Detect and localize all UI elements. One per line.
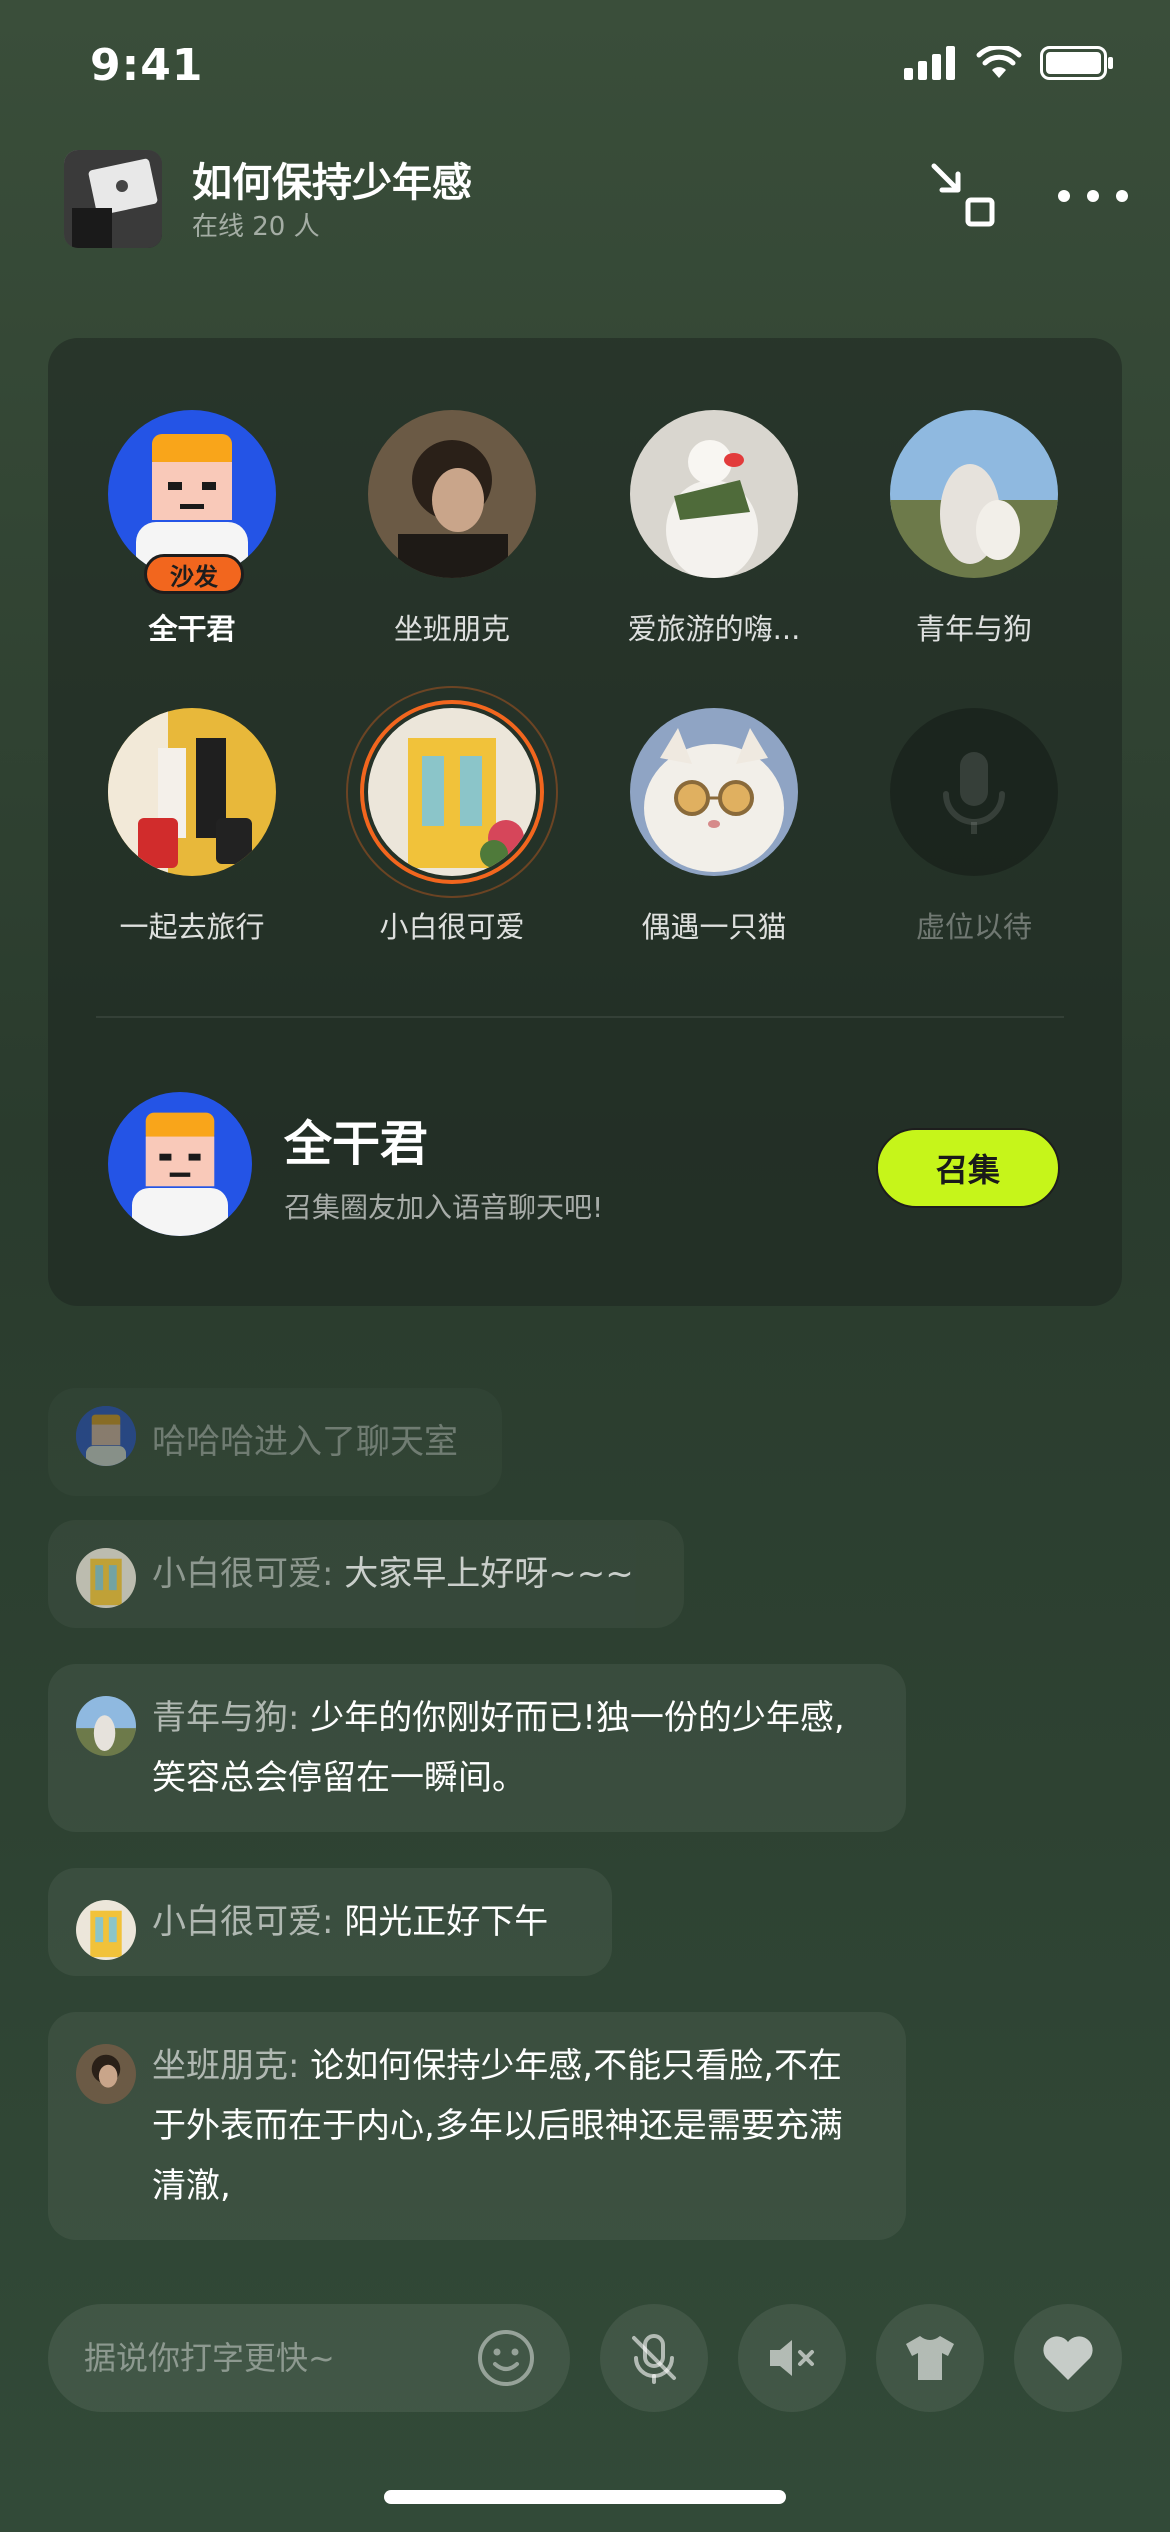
seat-3[interactable]: 爱旅游的嗨... xyxy=(614,410,814,648)
avatar xyxy=(346,686,558,898)
avatar xyxy=(890,708,1058,876)
more-button[interactable] xyxy=(1058,176,1128,216)
avatar xyxy=(630,708,798,876)
avatar xyxy=(76,1548,136,1608)
seat-name: 青年与狗 xyxy=(915,612,1032,646)
status-time: 9:41 xyxy=(90,40,204,91)
cartoon-boy-avatar xyxy=(108,410,276,578)
seat-name: 坐班朋克 xyxy=(393,612,510,646)
like-button[interactable] xyxy=(1014,2304,1122,2412)
online-count: 在线 20 人 xyxy=(192,212,320,242)
host-description: 召集圈友加入语音聊天吧! xyxy=(284,1191,604,1224)
more-dot xyxy=(1087,190,1099,202)
seat-2[interactable]: 坐班朋克 xyxy=(352,410,552,648)
avatar xyxy=(368,410,536,578)
seat-name: 爱旅游的嗨... xyxy=(627,612,801,646)
seat-name: 小白很可爱 xyxy=(379,910,525,944)
message-text: 哈哈哈进入了聊天室 xyxy=(152,1422,458,1462)
minimize-icon xyxy=(931,163,995,227)
tshirt-icon xyxy=(906,2336,954,2380)
chat-message: 哈哈哈进入了聊天室 xyxy=(48,1388,502,1496)
room-title: 如何保持少年感 xyxy=(192,160,472,206)
host-avatar[interactable] xyxy=(108,1092,252,1236)
seat-6[interactable]: 小白很可爱 xyxy=(346,686,558,946)
message-input[interactable] xyxy=(84,2332,464,2384)
chat-message: 青年与狗: 少年的你刚好而已!独一份的少年感,笑容总会停留在一瞬间。 xyxy=(48,1664,906,1832)
chat-message: 坐班朋克: 论如何保持少年感,不能只看脸,不在于外表而在于内心,多年以后眼神还是… xyxy=(48,2012,906,2240)
speaker-toggle-button[interactable] xyxy=(738,2304,846,2412)
speaking-ring xyxy=(360,700,544,884)
photo-avatar xyxy=(890,410,1058,578)
avatar xyxy=(76,1900,136,1960)
wifi-icon xyxy=(976,46,1022,78)
minimize-button[interactable] xyxy=(928,160,1000,232)
emoji-button[interactable] xyxy=(476,2328,536,2388)
cat-avatar xyxy=(630,708,798,876)
mic-toggle-button[interactable] xyxy=(600,2304,708,2412)
chat-message: 小白很可爱: 阳光正好下午 xyxy=(48,1868,612,1976)
cartoon-boy-avatar xyxy=(108,1092,252,1236)
heart-icon xyxy=(1043,2336,1093,2380)
status-icons xyxy=(904,46,1114,80)
avatar xyxy=(76,2044,136,2104)
mic-off-icon xyxy=(632,2334,676,2384)
gather-button[interactable]: 召集 xyxy=(876,1128,1060,1208)
photo-avatar xyxy=(108,708,276,876)
avatar xyxy=(890,410,1058,578)
seat-1[interactable]: 沙发 全干君 xyxy=(92,410,292,648)
seat-name: 一起去旅行 xyxy=(119,910,265,944)
host-name: 全干君 xyxy=(284,1116,429,1172)
avatar xyxy=(76,1696,136,1756)
avatar: 沙发 xyxy=(108,410,276,594)
message-input-box[interactable] xyxy=(48,2304,570,2412)
microphone-icon xyxy=(943,752,1005,834)
avatar xyxy=(630,410,798,578)
seat-name: 全干君 xyxy=(148,612,236,646)
plush-bird-avatar xyxy=(630,410,798,578)
battery-icon xyxy=(1040,46,1113,80)
speaker-mute-icon xyxy=(770,2340,814,2376)
seat-4[interactable]: 青年与狗 xyxy=(874,410,1074,648)
seat-name: 虚位以待 xyxy=(915,910,1032,944)
smile-icon xyxy=(478,2330,534,2386)
more-dot xyxy=(1058,190,1070,202)
message-sender[interactable]: 小白很可爱: xyxy=(152,1554,333,1594)
divider xyxy=(96,1016,1064,1018)
avatar xyxy=(76,1406,136,1466)
message-text: 大家早上好呀~~~ xyxy=(344,1554,634,1594)
message-sender[interactable]: 坐班朋克: xyxy=(152,2046,299,2086)
avatar xyxy=(108,708,276,876)
sofa-badge: 沙发 xyxy=(144,554,244,594)
seat-name: 偶遇一只猫 xyxy=(641,910,787,944)
seat-7[interactable]: 偶遇一只猫 xyxy=(614,708,814,946)
message-text: 阳光正好下午 xyxy=(344,1902,549,1942)
signal-icon xyxy=(904,46,955,80)
outfit-button[interactable] xyxy=(876,2304,984,2412)
message-sender[interactable]: 青年与狗: xyxy=(152,1698,299,1738)
seat-5[interactable]: 一起去旅行 xyxy=(92,708,292,946)
seat-8-empty[interactable]: 虚位以待 xyxy=(874,708,1074,946)
home-indicator[interactable] xyxy=(384,2490,786,2504)
photo-avatar xyxy=(368,410,536,578)
message-sender[interactable]: 小白很可爱: xyxy=(152,1902,333,1942)
room-cover[interactable] xyxy=(64,150,162,248)
chat-message: 小白很可爱: 大家早上好呀~~~ xyxy=(48,1520,684,1628)
more-dot xyxy=(1116,190,1128,202)
